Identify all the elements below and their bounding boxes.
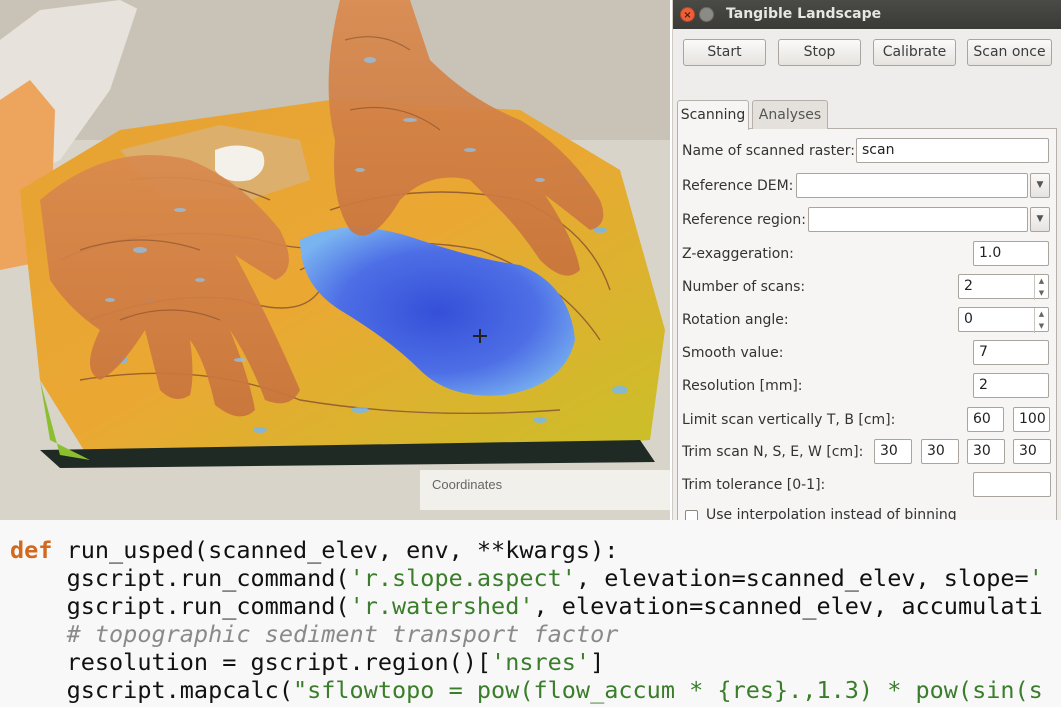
limit-top-input[interactable]: 60: [967, 407, 1004, 432]
resolution-label: Resolution [mm]:: [682, 378, 803, 394]
window-title: Tangible Landscape: [726, 6, 882, 22]
calibrate-button[interactable]: Calibrate: [873, 39, 956, 66]
reference-region-label: Reference region:: [682, 212, 806, 228]
close-window-icon[interactable]: ×: [680, 7, 695, 22]
limit-bottom-input[interactable]: 100: [1013, 407, 1050, 432]
rotation-angle-spin-icon[interactable]: ▲ ▼: [1034, 308, 1048, 333]
minimize-window-icon[interactable]: [699, 7, 714, 22]
code-keyword-def: def: [10, 536, 53, 564]
tangible-landscape-window: × Tangible Landscape Start Stop Calibrat…: [672, 0, 1061, 520]
reference-dem-combo[interactable]: [796, 173, 1028, 198]
number-of-scans-spinbox[interactable]: 2 ▲ ▼: [958, 274, 1049, 300]
rotation-angle-value: 0: [964, 311, 973, 327]
code-string: ': [1028, 564, 1043, 592]
code-text: , elevation=scanned_elev, accumulati: [533, 592, 1043, 620]
landscape-photo-illustration: Coordinates: [0, 0, 670, 520]
number-of-scans-label: Number of scans:: [682, 279, 806, 295]
code-line-5: resolution = gscript.region()['nsres']: [10, 648, 605, 676]
z-exaggeration-label: Z-exaggeration:: [682, 246, 794, 262]
code-text: , elevation=scanned_elev, slope=: [575, 564, 1029, 592]
smooth-value-input[interactable]: 7: [973, 340, 1049, 365]
stop-button[interactable]: Stop: [778, 39, 861, 66]
trim-south-input[interactable]: 30: [921, 439, 959, 464]
trim-tolerance-label: Trim tolerance [0-1]:: [682, 477, 826, 493]
trim-north-input[interactable]: 30: [874, 439, 912, 464]
code-string: 'r.watershed': [349, 592, 534, 620]
code-line-3: gscript.run_command('r.watershed', eleva…: [10, 592, 1043, 620]
code-line-1: def run_usped(scanned_elev, env, **kwarg…: [10, 536, 618, 564]
trim-west-input[interactable]: 30: [1013, 439, 1051, 464]
sandbox-photo: Coordinates: [0, 0, 670, 520]
code-line-6: gscript.mapcalc("sflowtopo = pow(flow_ac…: [10, 676, 1043, 704]
code-string: "sflowtopo = pow(flow_accum * {res}.,1.3…: [292, 676, 1043, 704]
code-panel: def run_usped(scanned_elev, env, **kwarg…: [0, 520, 1061, 707]
rotation-angle-spinbox[interactable]: 0 ▲ ▼: [958, 307, 1049, 333]
title-bar: × Tangible Landscape: [673, 0, 1061, 29]
code-text: run_usped(scanned_elev, env, **kwargs):: [52, 536, 619, 564]
reference-region-combo[interactable]: [808, 207, 1028, 232]
reference-region-dropdown-icon[interactable]: ▼: [1030, 207, 1050, 232]
smooth-value-label: Smooth value:: [682, 345, 784, 361]
code-text: gscript.run_command(: [10, 592, 350, 620]
scanned-raster-label: Name of scanned raster:: [682, 143, 855, 159]
reference-dem-label: Reference DEM:: [682, 178, 794, 194]
code-text: resolution = gscript.region()[: [10, 648, 492, 676]
limit-scan-label: Limit scan vertically T, B [cm]:: [682, 412, 896, 428]
scan-once-button[interactable]: Scan once: [967, 39, 1052, 66]
number-of-scans-spin-icon[interactable]: ▲ ▼: [1034, 275, 1048, 300]
code-string: 'r.slope.aspect': [349, 564, 576, 592]
z-exaggeration-input[interactable]: 1.0: [973, 241, 1049, 266]
resolution-input[interactable]: 2: [973, 373, 1049, 398]
trim-tolerance-input[interactable]: [973, 472, 1051, 497]
code-text: gscript.mapcalc(: [10, 676, 293, 704]
trim-scan-label: Trim scan N, S, E, W [cm]:: [682, 444, 864, 460]
code-string: 'nsres': [491, 648, 591, 676]
number-of-scans-value: 2: [964, 278, 973, 294]
code-comment-line: # topographic sediment transport factor: [10, 620, 619, 648]
use-interpolation-label: Use interpolation instead of binning: [706, 507, 957, 520]
scanned-raster-input[interactable]: scan: [856, 138, 1049, 163]
start-button[interactable]: Start: [683, 39, 766, 66]
reference-dem-dropdown-icon[interactable]: ▼: [1030, 173, 1050, 198]
code-line-2: gscript.run_command('r.slope.aspect', el…: [10, 564, 1043, 592]
code-text: gscript.run_command(: [10, 564, 350, 592]
tab-analyses[interactable]: Analyses: [752, 100, 828, 129]
rotation-angle-label: Rotation angle:: [682, 312, 789, 328]
trim-east-input[interactable]: 30: [967, 439, 1005, 464]
use-interpolation-checkbox[interactable]: [685, 510, 698, 520]
tab-scanning[interactable]: Scanning: [677, 100, 749, 130]
code-text: ]: [590, 648, 605, 676]
coordinates-label: Coordinates: [432, 477, 503, 492]
